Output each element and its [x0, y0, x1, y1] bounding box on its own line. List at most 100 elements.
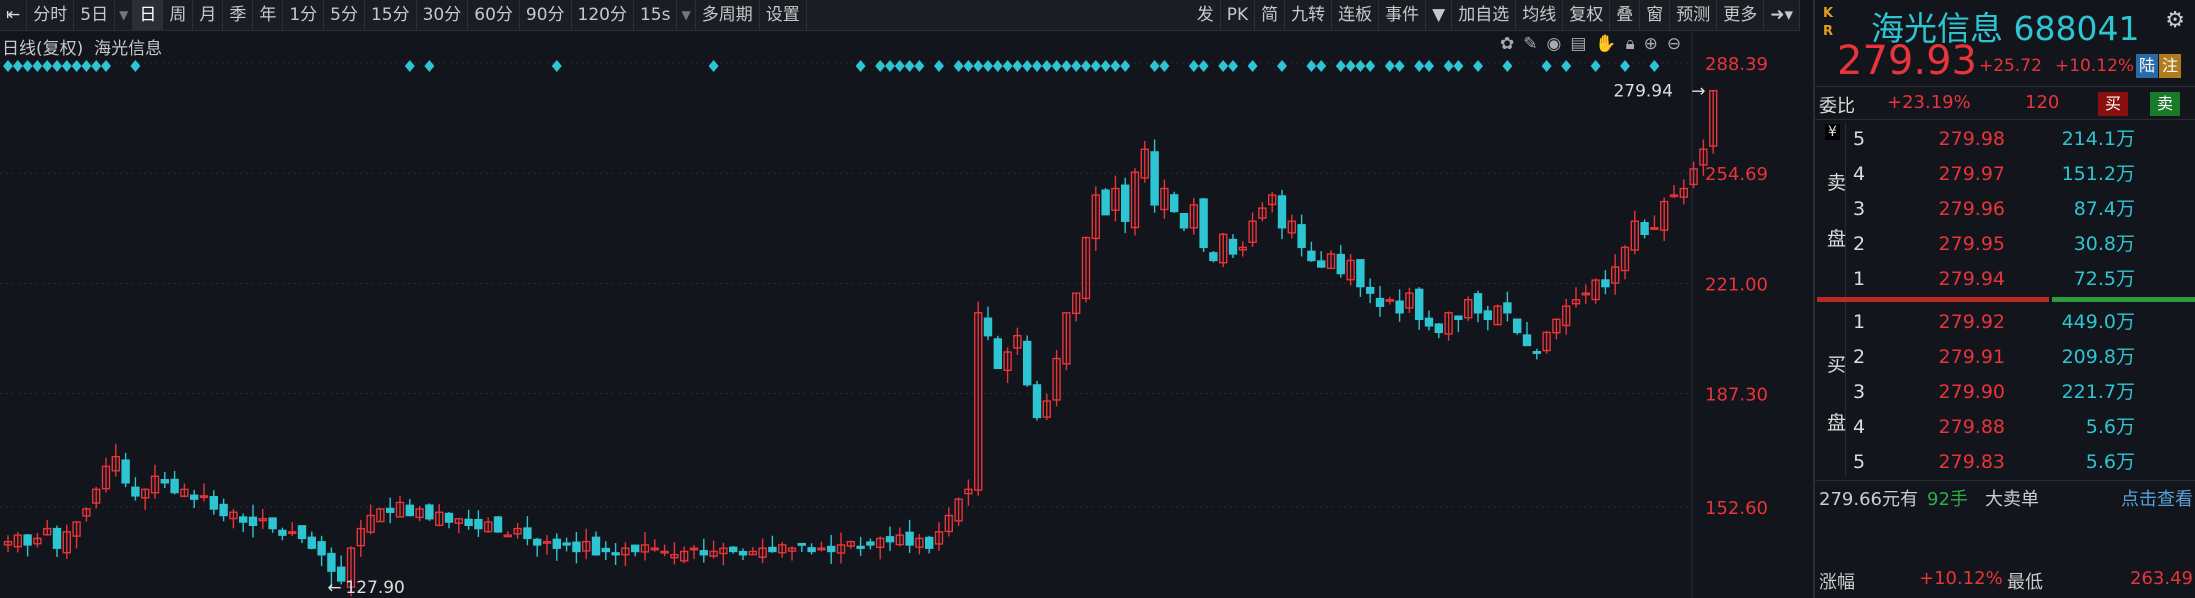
candle-body — [1209, 252, 1218, 262]
toolbar-button[interactable]: 连板 — [1332, 0, 1380, 31]
toolbar-button[interactable]: PK — [1221, 0, 1256, 31]
toolbar-button[interactable]: 加自选 — [1452, 0, 1517, 31]
candle-body — [131, 486, 140, 497]
period-tab[interactable]: 120分 — [572, 0, 634, 31]
signal-diamond — [1090, 60, 1101, 72]
bid-ratio-bar — [2052, 297, 2195, 302]
candlestick-chart[interactable]: 288.39 254.69 221.00 187.30 152.60 279.94 → ← 12… — [0, 31, 1813, 598]
period-tab[interactable]: 多周期 — [696, 0, 760, 31]
orderbook-vol: 209.8万 — [2061, 346, 2135, 368]
period-tab[interactable]: 日 — [133, 0, 164, 31]
kr-indicator: K R — [1823, 6, 1834, 39]
toolbar-button[interactable]: 更多 — [1717, 0, 1765, 31]
signal-diamond — [1277, 60, 1287, 72]
orderbook-price: 279.91 — [1938, 346, 2005, 368]
period-toolbar: ⇤ 分时 5日 ▼ 日周月季年 1分 5分 15分 30分 60分 90分 120分 15s ▼ 多周期设… — [0, 0, 1800, 31]
orderbook-price: 279.88 — [1938, 416, 2005, 438]
toolbar-button[interactable]: 九转 — [1285, 0, 1333, 31]
orderbook-price: 279.98 — [1938, 128, 2005, 150]
collapse-icon[interactable]: ➜▾ — [1764, 0, 1800, 31]
signal-diamond — [1473, 60, 1483, 72]
signal-diamond — [1081, 60, 1091, 72]
signal-diamond — [1345, 60, 1356, 72]
candle-body — [1356, 259, 1365, 288]
toolbar-button[interactable]: 简 — [1255, 0, 1286, 31]
toolbar-button[interactable]: 窗 — [1640, 0, 1671, 31]
signal-diamond — [1002, 60, 1013, 72]
orderbook-price: 279.83 — [1938, 451, 2005, 473]
period-tab[interactable]: 设置 — [760, 0, 807, 31]
period-tab[interactable]: 分时 — [27, 0, 75, 31]
period-tab[interactable]: 年 — [253, 0, 284, 31]
candle-body — [797, 542, 806, 546]
candle-body — [1297, 224, 1306, 249]
signal-diamond — [1590, 60, 1601, 72]
price-change: +25.72 — [1979, 56, 2042, 76]
y-tick-label: 221.00 — [1705, 274, 1768, 295]
low-value: 263.49 — [2130, 568, 2193, 589]
candle-body — [856, 545, 865, 549]
period-tab[interactable]: 季 — [223, 0, 254, 31]
buy-button[interactable]: 买 — [2098, 92, 2128, 116]
orderbook-lvl: 5 — [1853, 128, 1866, 150]
candle-body — [1434, 323, 1444, 334]
toolbar-button[interactable]: 叠 — [1610, 0, 1641, 31]
dropdown-icon[interactable]: ▼ — [677, 0, 696, 31]
signal-diamond — [22, 60, 33, 72]
candle-body — [23, 534, 32, 546]
candle-body — [493, 516, 503, 533]
big-order-row: 279.66元有 92手 大卖单 点击查看 — [1815, 480, 2195, 510]
candle-body — [925, 536, 934, 549]
toolbar-button[interactable]: 事件 — [1379, 0, 1427, 31]
period-tab[interactable]: 30分 — [417, 0, 469, 31]
toolbar-button[interactable]: 预测 — [1670, 0, 1718, 31]
orderbook-price: 279.92 — [1938, 311, 2005, 333]
dropdown-icon[interactable]: ▼ — [115, 0, 134, 31]
toolbar-button[interactable]: 均线 — [1516, 0, 1564, 31]
period-tab[interactable]: 15s — [634, 0, 678, 31]
signal-diamond — [1012, 60, 1023, 72]
candle-body — [1395, 300, 1404, 314]
signal-diamond — [61, 60, 72, 72]
candle-body — [317, 541, 326, 556]
view-details-link[interactable]: 点击查看 — [2121, 485, 2193, 511]
period-tab[interactable]: 15分 — [365, 0, 417, 31]
candle-body — [611, 552, 620, 556]
gear-icon[interactable]: ⚙ — [2165, 8, 2185, 33]
orderbook-vol: 449.0万 — [2061, 311, 2135, 333]
signal-diamond — [1159, 60, 1170, 72]
candle-body — [1512, 318, 1522, 334]
registration-badge: 注 — [2159, 54, 2181, 78]
change-pct-label: 涨幅 — [1819, 572, 1855, 593]
candle-body — [1483, 310, 1493, 321]
candle-body — [1277, 195, 1287, 229]
period-tab[interactable]: 60分 — [468, 0, 520, 31]
signal-diamond — [1335, 60, 1346, 72]
back-icon[interactable]: ⇤ — [0, 0, 28, 31]
signal-diamond — [551, 60, 562, 72]
candle-body — [1454, 315, 1463, 321]
candle-body — [905, 531, 914, 546]
weibi-value: +23.19% — [1887, 92, 1971, 113]
candle-body — [1179, 212, 1189, 229]
period-tab[interactable]: 月 — [193, 0, 224, 31]
signal-diamond — [973, 60, 984, 72]
candle-body — [1307, 250, 1316, 262]
orderbook-row: 3 279.96 87.4万 — [1815, 192, 2195, 227]
period-tab[interactable]: 1分 — [283, 0, 325, 31]
toolbar-button[interactable]: 发 — [1191, 0, 1221, 31]
period-tab[interactable]: 5分 — [324, 0, 365, 31]
orderbook-vol: 72.5万 — [2073, 268, 2135, 290]
candle-body — [983, 317, 993, 337]
toolbar-button[interactable]: 复权 — [1563, 0, 1611, 31]
period-tab[interactable]: 5日 — [74, 0, 116, 31]
dropdown-icon[interactable]: ▼ — [1426, 0, 1453, 31]
sell-button[interactable]: 卖 — [2150, 92, 2180, 116]
signal-diamond — [81, 60, 92, 72]
period-tab[interactable]: 周 — [163, 0, 194, 31]
candle-body — [1316, 260, 1326, 268]
period-tab[interactable]: 90分 — [520, 0, 572, 31]
candle-body — [1032, 384, 1042, 419]
candle-body — [1640, 221, 1649, 236]
orderbook-vol: 30.8万 — [2073, 233, 2135, 255]
